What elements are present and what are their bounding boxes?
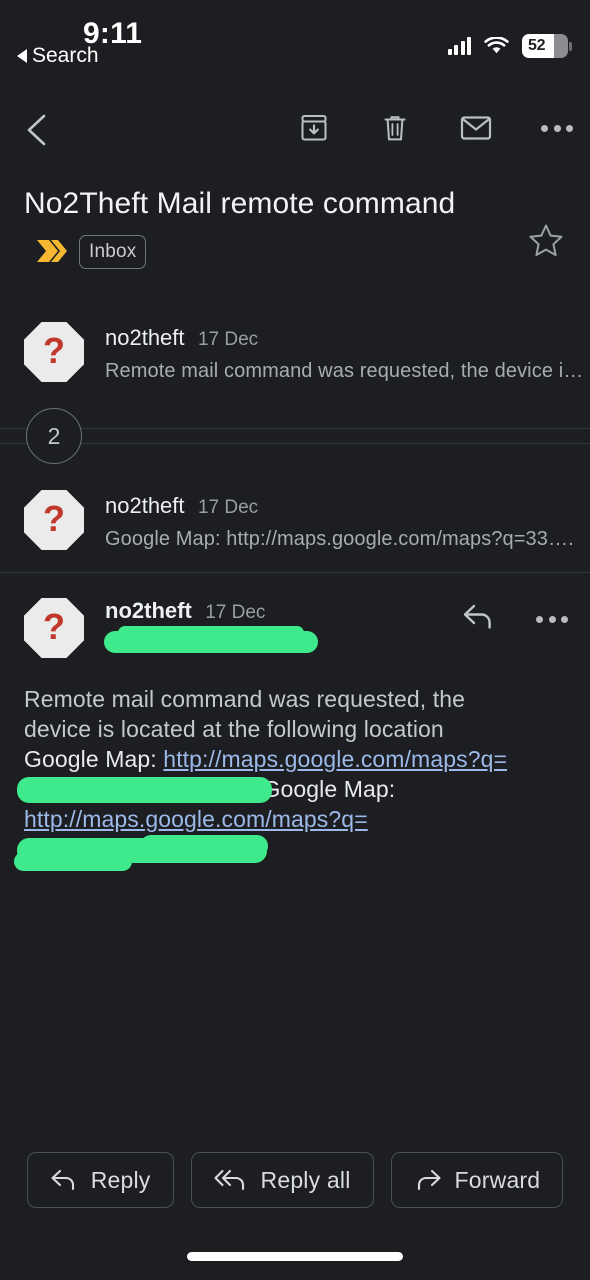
reply-all-arrow-icon bbox=[213, 1169, 244, 1191]
reply-arrow-icon bbox=[463, 604, 491, 629]
question-mark-octagon-avatar: ? bbox=[24, 490, 84, 550]
expanded-message-date: 17 Dec bbox=[205, 602, 266, 623]
redaction-mark bbox=[140, 835, 268, 857]
more-options-button[interactable] bbox=[540, 109, 574, 147]
back-triangle-icon bbox=[17, 49, 27, 63]
thread-divider bbox=[0, 443, 590, 444]
battery-icon: 52 bbox=[522, 34, 572, 58]
redaction-mark bbox=[118, 626, 304, 640]
question-mark-octagon-avatar: ? bbox=[24, 322, 84, 382]
more-dots-icon bbox=[541, 124, 573, 132]
forward-arrow-icon bbox=[417, 1169, 441, 1191]
star-outline-icon bbox=[529, 224, 563, 256]
reply-all-button[interactable]: Reply all bbox=[190, 1152, 374, 1208]
redaction-mark bbox=[14, 852, 132, 871]
double-chevron-marker-icon bbox=[36, 231, 70, 279]
inbox-label-chip[interactable]: Inbox bbox=[79, 235, 147, 269]
message-sender: no2theft bbox=[105, 325, 185, 350]
reply-arrow-icon bbox=[51, 1169, 74, 1191]
message-sender: no2theft bbox=[105, 493, 185, 518]
battery-percent: 52 bbox=[528, 37, 546, 54]
forward-button-label: Forward bbox=[454, 1166, 541, 1193]
thread-divider bbox=[0, 428, 590, 429]
delete-button[interactable] bbox=[378, 109, 412, 147]
trash-icon bbox=[384, 116, 406, 141]
reply-button-label: Reply bbox=[90, 1166, 151, 1193]
mail-toolbar bbox=[0, 103, 590, 158]
body-line-1: Remote mail command was requested, the bbox=[24, 686, 466, 712]
archive-button[interactable] bbox=[297, 109, 331, 147]
message-date: 17 Dec bbox=[197, 497, 259, 518]
message-action-bar: Reply Reply all Forward bbox=[0, 1152, 590, 1208]
body-map-label-1: Google Map: bbox=[24, 746, 157, 772]
redaction-mark bbox=[17, 777, 272, 803]
envelope-icon bbox=[460, 116, 492, 140]
subject-text: No2Theft Mail remote command bbox=[24, 187, 456, 220]
status-bar-back-to-search[interactable]: Search bbox=[17, 44, 99, 68]
message-reply-button[interactable] bbox=[462, 602, 496, 637]
thread-divider bbox=[0, 572, 590, 573]
message-body: Remote mail command was requested, the d… bbox=[24, 684, 569, 864]
question-mark-octagon-avatar: ? bbox=[24, 598, 84, 658]
forward-button[interactable]: Forward bbox=[390, 1152, 564, 1208]
back-button[interactable] bbox=[20, 111, 54, 149]
map-link-1[interactable]: http://maps.google.com/maps?q= bbox=[163, 746, 507, 772]
status-bar-indicators: 52 bbox=[447, 34, 572, 58]
message-preview: Remote mail command was requested, the d… bbox=[105, 360, 584, 382]
page-title: No2Theft Mail remote command Inbox bbox=[24, 180, 494, 279]
message-preview: Google Map: http://maps.google.com/maps?… bbox=[105, 528, 574, 550]
more-dots-icon bbox=[536, 616, 568, 623]
archive-box-icon bbox=[301, 115, 327, 141]
map-link-2[interactable]: http://maps.google.com/maps?q= bbox=[24, 806, 368, 832]
collapsed-messages-count[interactable]: 2 bbox=[26, 408, 82, 464]
mark-unread-button[interactable] bbox=[459, 109, 493, 147]
body-line-2: device is located at the following locat… bbox=[24, 716, 444, 742]
message-more-options-button[interactable] bbox=[536, 616, 568, 623]
cellular-signal-icon bbox=[447, 37, 471, 55]
reply-button[interactable]: Reply bbox=[26, 1152, 174, 1208]
message-date: 17 Dec bbox=[197, 329, 259, 350]
expanded-message-sender: no2theft bbox=[105, 598, 192, 623]
subject-area: No2Theft Mail remote command Inbox bbox=[0, 180, 590, 279]
reply-all-button-label: Reply all bbox=[260, 1166, 351, 1193]
status-bar-back-label: Search bbox=[32, 44, 99, 67]
home-indicator bbox=[187, 1252, 403, 1261]
status-bar: 9:11 Search 52 bbox=[0, 0, 590, 78]
star-button[interactable] bbox=[527, 222, 565, 265]
wifi-icon bbox=[484, 36, 509, 55]
body-map-label-2: Google Map: bbox=[262, 776, 396, 802]
